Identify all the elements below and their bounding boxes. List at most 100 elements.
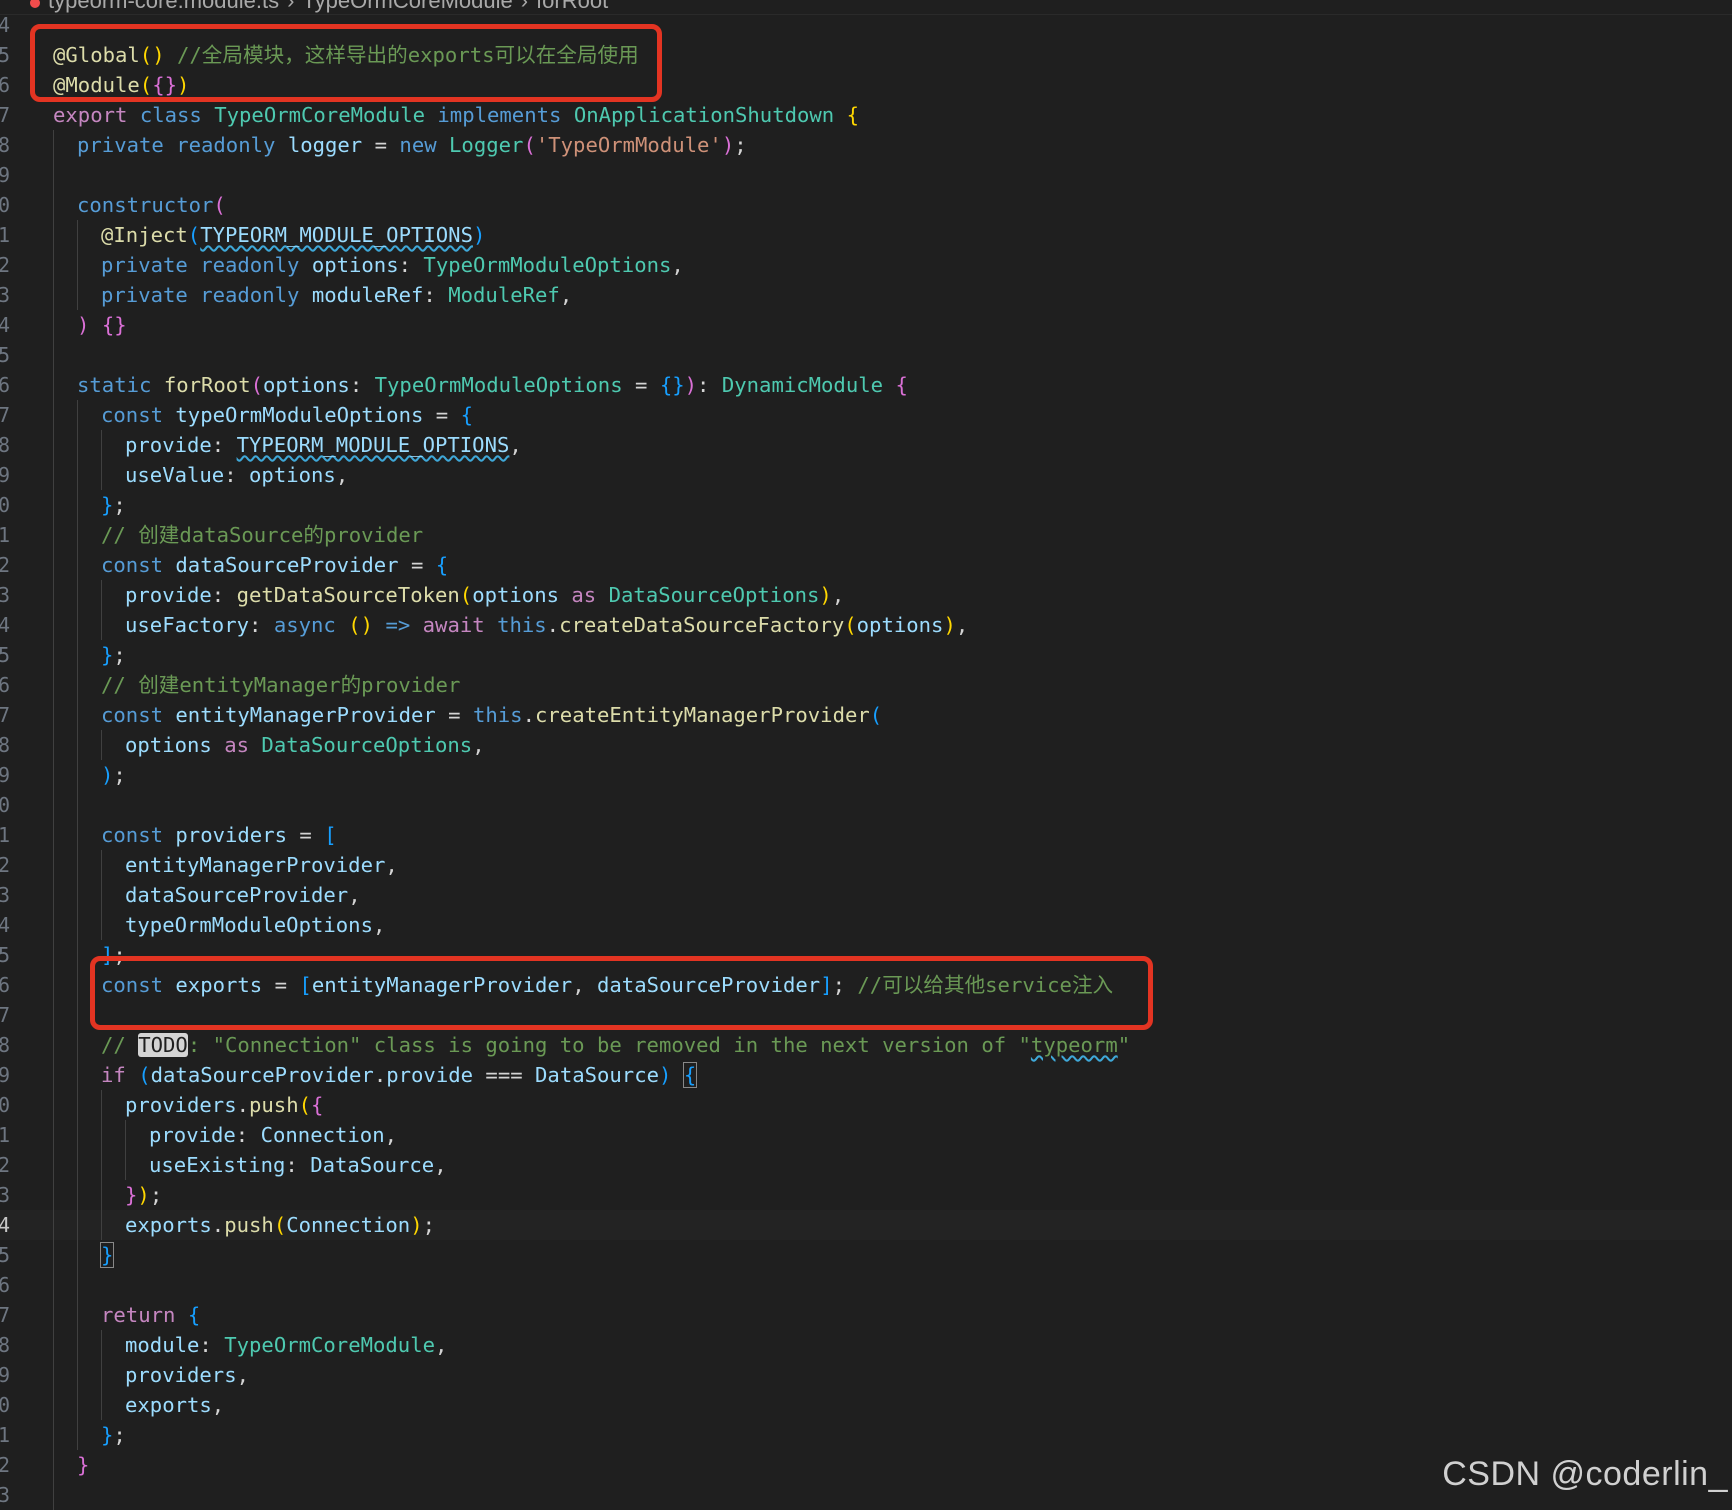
code-line[interactable]: 3 private readonly moduleRef: ModuleRef, bbox=[0, 280, 1732, 310]
class-name: TypeOrmCoreModule bbox=[214, 103, 425, 127]
line-number: 0 bbox=[0, 493, 10, 517]
error-dot-icon bbox=[30, 0, 40, 8]
line-number: 4 bbox=[0, 613, 10, 637]
code-line[interactable]: 4 typeOrmModuleOptions, bbox=[0, 910, 1732, 940]
watermark: CSDN @coderlin_ bbox=[1442, 1455, 1728, 1493]
code-line[interactable]: 7 export class TypeOrmCoreModule implemen… bbox=[0, 100, 1732, 130]
code-line[interactable]: 2 const dataSourceProvider = { bbox=[0, 550, 1732, 580]
matched-bracket: { bbox=[682, 1062, 698, 1088]
code-line[interactable]: 0 bbox=[0, 790, 1732, 820]
code-line[interactable]: 8 options as DataSourceOptions, bbox=[0, 730, 1732, 760]
code-line[interactable]: 8 module: TypeOrmCoreModule, bbox=[0, 1330, 1732, 1360]
code-line[interactable]: 2 entityManagerProvider, bbox=[0, 850, 1732, 880]
code-line-current[interactable]: 4 exports.push(Connection); bbox=[0, 1210, 1732, 1240]
line-number: 0 bbox=[0, 1393, 10, 1417]
code-line[interactable]: 0}; bbox=[0, 490, 1732, 520]
code-line[interactable]: 5 bbox=[0, 340, 1732, 370]
line-number: 5 bbox=[0, 43, 10, 67]
code-line[interactable]: 3 provide: getDataSourceToken(options as … bbox=[0, 580, 1732, 610]
line-number: 1 bbox=[0, 1123, 10, 1147]
line-number: 2 bbox=[0, 1453, 10, 1477]
line-number: 4 bbox=[0, 913, 10, 937]
line-number: 0 bbox=[0, 1093, 10, 1117]
code-line[interactable]: 6 // 创建entityManager的provider bbox=[0, 670, 1732, 700]
code-line[interactable]: 7 return { bbox=[0, 1300, 1732, 1330]
line-number: 0 bbox=[0, 193, 10, 217]
line-number: 1 bbox=[0, 1423, 10, 1447]
line-number: 7 bbox=[0, 703, 10, 727]
code-line[interactable]: 5}; bbox=[0, 640, 1732, 670]
line-number: 0 bbox=[0, 793, 10, 817]
code-line[interactable]: 7 const entityManagerProvider = this.crea… bbox=[0, 700, 1732, 730]
line-number: 9 bbox=[0, 163, 10, 187]
code-line[interactable]: 4) {} bbox=[0, 310, 1732, 340]
code-line[interactable]: 1 // 创建dataSource的provider bbox=[0, 520, 1732, 550]
line-number: 4 bbox=[0, 313, 10, 337]
line-number: 1 bbox=[0, 223, 10, 247]
line-number: 8 bbox=[0, 433, 10, 457]
line-number: 8 bbox=[0, 1333, 10, 1357]
todo-tag: TODO bbox=[138, 1033, 188, 1057]
code-line[interactable]: 9 if (dataSourceProvider.provide === Data… bbox=[0, 1060, 1732, 1090]
line-number: 9 bbox=[0, 1063, 10, 1087]
line-number: 5 bbox=[0, 643, 10, 667]
line-number: 6 bbox=[0, 1273, 10, 1297]
code-line[interactable]: 3}); bbox=[0, 1180, 1732, 1210]
annotation-box-exports bbox=[90, 956, 1153, 1030]
line-number: 3 bbox=[0, 283, 10, 307]
code-editor[interactable]: 4 5 @Global() //全局模块，这样导出的exports可以在全局使用 … bbox=[0, 10, 1732, 1510]
code-line[interactable]: 1 provide: Connection, bbox=[0, 1120, 1732, 1150]
line-number: 4 bbox=[0, 13, 10, 37]
code-comment: // 创建dataSource的provider bbox=[101, 523, 424, 547]
code-line[interactable]: 0 exports, bbox=[0, 1390, 1732, 1420]
code-line[interactable]: 8// TODO: "Connection" class is going to… bbox=[0, 1030, 1732, 1060]
line-number: 6 bbox=[0, 673, 10, 697]
code-comment: // 创建entityManager的provider bbox=[101, 673, 461, 697]
code-line[interactable]: 2 useExisting: DataSource, bbox=[0, 1150, 1732, 1180]
code-line[interactable]: 0 providers.push({ bbox=[0, 1090, 1732, 1120]
code-line[interactable]: 6 static forRoot(options: TypeOrmModuleOp… bbox=[0, 370, 1732, 400]
line-number: 6 bbox=[0, 973, 10, 997]
code-line[interactable]: 1}; bbox=[0, 1420, 1732, 1450]
line-number: 3 bbox=[0, 883, 10, 907]
line-number: 6 bbox=[0, 373, 10, 397]
line-number: 3 bbox=[0, 1183, 10, 1207]
line-number: 1 bbox=[0, 523, 10, 547]
line-number: 4 bbox=[0, 1213, 10, 1237]
line-number: 2 bbox=[0, 1153, 10, 1177]
code-line[interactable]: 9 providers, bbox=[0, 1360, 1732, 1390]
method-name: forRoot bbox=[163, 373, 251, 397]
matched-bracket: } bbox=[99, 1242, 115, 1268]
code-line[interactable]: 0 constructor( bbox=[0, 190, 1732, 220]
line-number: 7 bbox=[0, 403, 10, 427]
code-line[interactable]: 8 private readonly logger = new Logger('T… bbox=[0, 130, 1732, 160]
code-line[interactable]: 1 const providers = [ bbox=[0, 820, 1732, 850]
line-number: 9 bbox=[0, 763, 10, 787]
code-line[interactable]: 9); bbox=[0, 760, 1732, 790]
line-number: 9 bbox=[0, 463, 10, 487]
code-line[interactable]: 2 private readonly options: TypeOrmModule… bbox=[0, 250, 1732, 280]
line-number: 5 bbox=[0, 343, 10, 367]
annotation-box-global bbox=[30, 24, 662, 102]
code-line[interactable]: 9 useValue: options, bbox=[0, 460, 1732, 490]
line-number: 5 bbox=[0, 1243, 10, 1267]
line-number: 2 bbox=[0, 253, 10, 277]
code-line[interactable]: 6 bbox=[0, 1270, 1732, 1300]
line-number: 9 bbox=[0, 1363, 10, 1387]
line-number: 8 bbox=[0, 733, 10, 757]
code-line[interactable]: 1 @Inject(TYPEORM_MODULE_OPTIONS) bbox=[0, 220, 1732, 250]
code-line[interactable]: 4 useFactory: async () => await this.crea… bbox=[0, 610, 1732, 640]
line-number: 2 bbox=[0, 553, 10, 577]
line-number: 8 bbox=[0, 133, 10, 157]
line-number: 3 bbox=[0, 1483, 10, 1507]
code-line[interactable]: 7 const typeOrmModuleOptions = { bbox=[0, 400, 1732, 430]
line-number: 2 bbox=[0, 853, 10, 877]
code-line[interactable]: 5} bbox=[0, 1240, 1732, 1270]
line-number: 3 bbox=[0, 583, 10, 607]
code-line[interactable]: 3 dataSourceProvider, bbox=[0, 880, 1732, 910]
code-line[interactable]: 9 bbox=[0, 160, 1732, 190]
line-number: 8 bbox=[0, 1033, 10, 1057]
line-number: 5 bbox=[0, 943, 10, 967]
line-number: 7 bbox=[0, 1003, 10, 1027]
code-line[interactable]: 8 provide: TYPEORM_MODULE_OPTIONS, bbox=[0, 430, 1732, 460]
